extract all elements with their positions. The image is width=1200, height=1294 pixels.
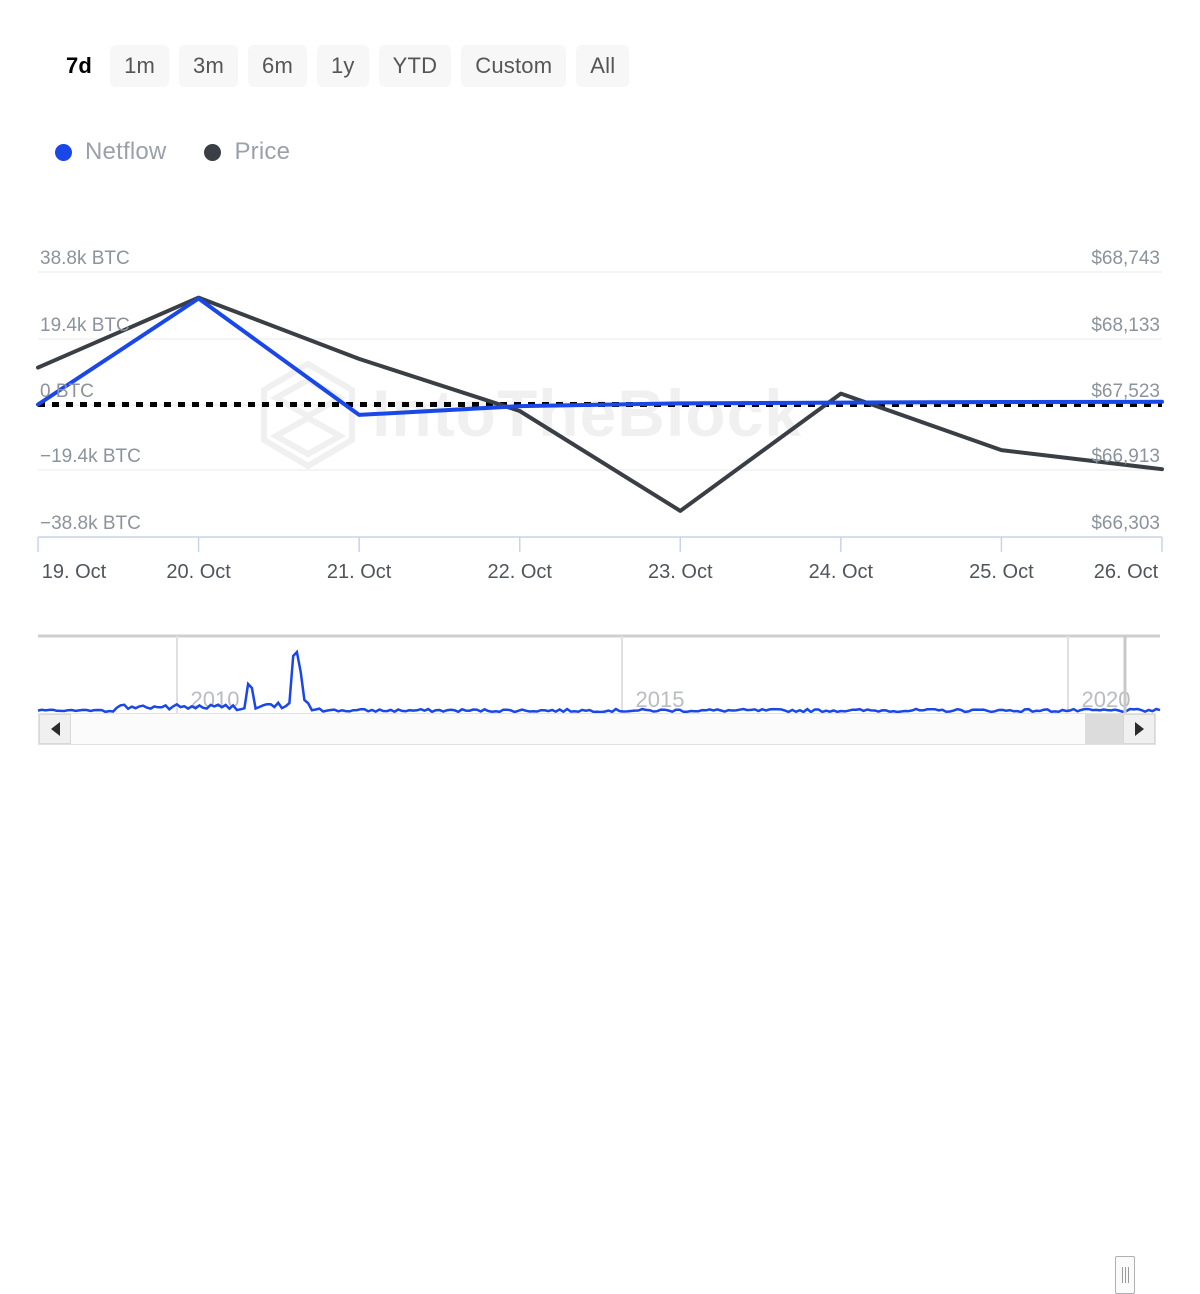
right-axis-tick-label: $68,743 [1091, 248, 1160, 269]
x-axis-ticks [37, 537, 1163, 552]
chevron-right-icon [1134, 722, 1144, 736]
x-axis-tick-label: 19. Oct [42, 561, 107, 583]
x-axis-tick-label: 23. Oct [648, 561, 713, 583]
right-axis-labels: $68,743 $68,133 $67,523 $66,913 $66,303 [1091, 248, 1160, 534]
x-axis-tick-label: 26. Oct [1094, 561, 1159, 583]
watermark-text: IntoTheBlock [372, 376, 802, 450]
x-axis-tick-label: 25. Oct [969, 561, 1034, 583]
left-axis-tick-label: −38.8k BTC [40, 513, 141, 534]
x-axis-tick-label: 20. Oct [166, 561, 231, 583]
scroll-left-arrow-button[interactable] [39, 714, 71, 744]
left-axis-tick-label: 38.8k BTC [40, 248, 130, 269]
left-axis-tick-label: 19.4k BTC [40, 315, 130, 336]
x-axis-labels: 19. Oct 20. Oct 21. Oct 22. Oct 23. Oct 24. O… [42, 561, 1159, 583]
handle-grip-line [1124, 1267, 1126, 1283]
scrollbar-track[interactable] [71, 714, 1121, 744]
series-lines [36, 295, 1164, 513]
x-axis-tick-label: 21. Oct [327, 561, 392, 583]
navigator-year-labels: 2010 2015 2020 [191, 687, 1131, 712]
right-axis-tick-label: $67,523 [1091, 381, 1160, 402]
x-axis-tick-label: 24. Oct [809, 561, 874, 583]
chevron-left-icon [50, 722, 60, 736]
left-axis-tick-label: −19.4k BTC [40, 446, 141, 467]
netflow-price-chart-widget: 7d 1m 3m 6m 1y YTD Custom All Netflow Pr… [0, 0, 1200, 1294]
navigator-year-label: 2010 [191, 687, 240, 712]
right-axis-tick-label: $66,913 [1091, 446, 1160, 467]
handle-grip-line [1121, 1267, 1123, 1283]
navigator-gridlines [176, 636, 1069, 714]
x-axis-tick-label: 22. Oct [487, 561, 552, 583]
left-axis-tick-label: 0 BTC [40, 381, 94, 402]
scroll-right-arrow-button[interactable] [1123, 714, 1155, 744]
watermark: IntoTheBlock [261, 360, 802, 470]
handle-grip-line [1127, 1267, 1129, 1283]
main-plot[interactable]: IntoTheBlock 38.8k BTC 19.4k BTC 0 BTC −19.… [0, 0, 1200, 612]
right-axis-tick-label: $66,303 [1091, 513, 1160, 534]
navigator-scrollbar[interactable] [38, 713, 1156, 745]
left-axis-labels: 38.8k BTC 19.4k BTC 0 BTC −19.4k BTC −38.8k … [40, 248, 141, 534]
navigator-right-handle[interactable] [1115, 1256, 1135, 1294]
right-axis-tick-label: $68,133 [1091, 315, 1160, 336]
scrollbar-thumb[interactable] [1085, 714, 1123, 744]
